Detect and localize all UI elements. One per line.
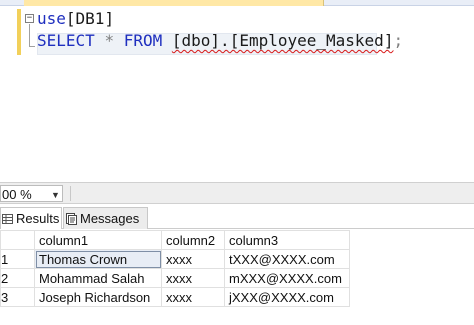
table-cell[interactable]: xxxx [161, 268, 225, 288]
table-cell[interactable]: jXXX@XXXX.com [224, 287, 350, 307]
status-separator [70, 186, 71, 201]
table-name: [dbo].[Employee_Masked] [171, 31, 394, 50]
query-editor[interactable]: − use[DB1] SELECT * FROM [dbo].[Employee… [0, 6, 474, 182]
row-number[interactable]: 2 [0, 268, 35, 288]
tab-messages-label: Messages [80, 211, 140, 226]
results-grid[interactable]: column1 column2 column3 1 Thomas Crown x… [0, 230, 474, 307]
table-cell[interactable]: xxxx [161, 249, 225, 269]
zoom-value: 00 % [2, 187, 32, 202]
row-number[interactable]: 1 [0, 249, 35, 269]
column-header[interactable]: column2 [161, 230, 225, 250]
zoom-dropdown[interactable]: 00 % ▼ [0, 185, 63, 202]
table-cell[interactable]: Joseph Richardson [34, 287, 162, 307]
messages-icon [66, 212, 77, 225]
table-cell[interactable]: mXXX@XXXX.com [224, 268, 350, 288]
grid-icon [2, 213, 13, 225]
tab-messages[interactable]: Messages [63, 207, 148, 229]
code-line-1[interactable]: use[DB1] [37, 9, 114, 29]
table-cell[interactable]: Mohammad Salah [34, 268, 162, 288]
select-star: * [104, 31, 115, 50]
results-tab-bar: Results Messages [0, 205, 474, 229]
table-row[interactable]: 3 Joseph Richardson xxxx jXXX@XXXX.com [0, 287, 350, 307]
database-name: [DB1] [65, 9, 115, 28]
table-cell[interactable]: tXXX@XXXX.com [224, 249, 350, 269]
table-cell[interactable]: Thomas Crown [34, 249, 162, 269]
row-number[interactable]: 3 [0, 287, 35, 307]
column-header[interactable]: column1 [34, 230, 162, 250]
statement-terminator: ; [393, 31, 404, 50]
fold-guide-end [29, 46, 35, 47]
table-row[interactable]: 1 Thomas Crown xxxx tXXX@XXXX.com [0, 249, 350, 269]
fold-guide [29, 24, 30, 46]
editor-status-bar: 00 % ▼ [0, 182, 474, 204]
results-table: column1 column2 column3 1 Thomas Crown x… [0, 230, 350, 307]
chevron-down-icon[interactable]: ▼ [51, 190, 60, 200]
code-line-2[interactable]: SELECT * FROM [dbo].[Employee_Masked]; [37, 31, 403, 51]
header-row: column1 column2 column3 [0, 230, 350, 250]
keyword-select: SELECT [37, 31, 95, 50]
tab-results-label: Results [16, 211, 60, 226]
keyword-use: use [37, 9, 66, 28]
table-cell[interactable]: xxxx [161, 287, 225, 307]
row-number-header [0, 230, 35, 250]
changed-lines-marker [17, 9, 21, 55]
keyword-from: FROM [123, 31, 163, 50]
table-row[interactable]: 2 Mohammad Salah xxxx mXXX@XXXX.com [0, 268, 350, 288]
collapse-icon[interactable]: − [25, 14, 34, 23]
tab-results[interactable]: Results [0, 207, 62, 229]
column-header[interactable]: column3 [224, 230, 350, 250]
